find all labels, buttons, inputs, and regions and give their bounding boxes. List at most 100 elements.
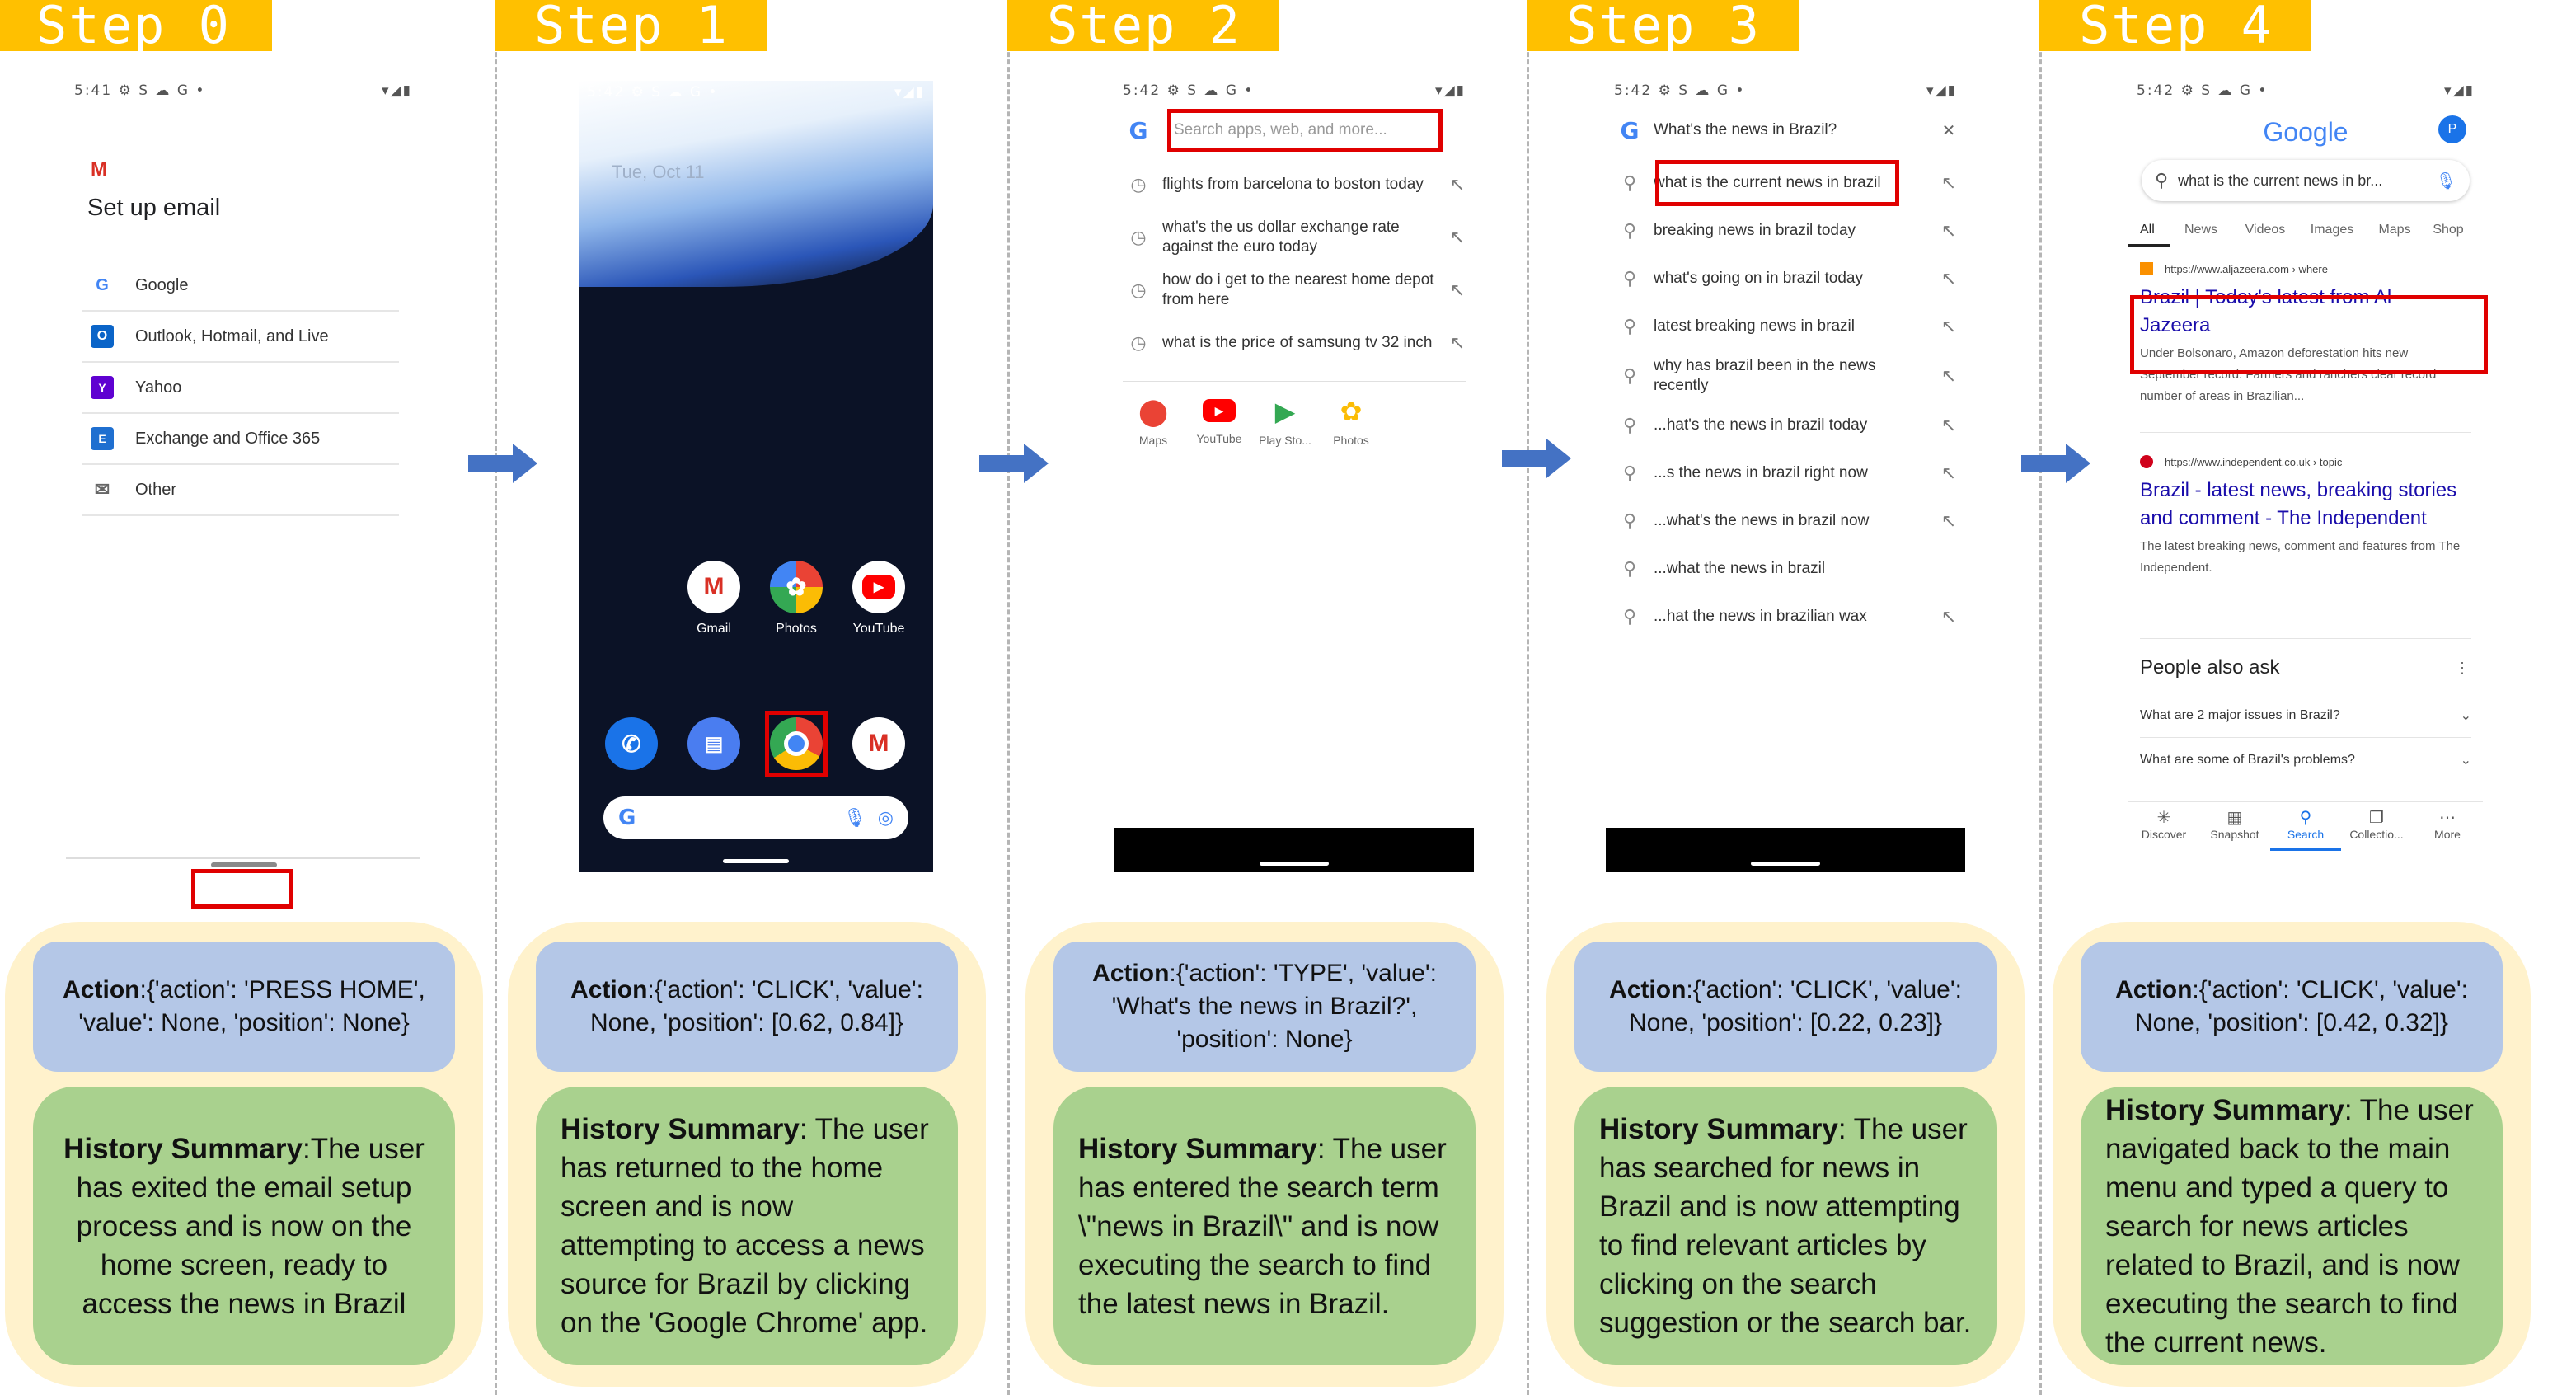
suggestion-item[interactable]: ⚲ why has brazil been in the news recent… xyxy=(1606,351,1965,401)
step-column-3: Step 3 5:42 ⚙ S ☁ G • ▾◢▮ G What's the n… xyxy=(1527,0,2025,1395)
summary-box: History Summary: The user has returned t… xyxy=(536,1087,958,1365)
mic-icon[interactable]: 🎙 xyxy=(2436,171,2456,191)
fill-arrow-icon[interactable]: ↖ xyxy=(1932,173,1965,193)
action-label: Action xyxy=(570,976,648,1003)
suggestion-item[interactable]: ⚲ latest breaking news in brazil ↖ xyxy=(1606,302,1965,351)
fill-arrow-icon[interactable]: ↖ xyxy=(1932,416,1965,435)
paa-question[interactable]: What are some of Brazil's problems? ⌄ xyxy=(2140,737,2471,782)
suggestion-item[interactable]: ⚲ ...hat's the news in brazil today ↖ xyxy=(1606,401,1965,450)
step-card: Action:{'action': 'PRESS HOME', 'value':… xyxy=(5,922,483,1387)
clear-icon[interactable]: ✕ xyxy=(1932,120,1965,141)
fill-arrow-icon[interactable]: ↖ xyxy=(1932,366,1965,386)
snapshot-icon: ▦ xyxy=(2226,809,2243,827)
app-shortcut-photos[interactable]: ✿ Photos xyxy=(1321,396,1382,447)
messages-app-icon[interactable]: ▤ xyxy=(687,717,740,770)
status-time: 5:42 xyxy=(2137,82,2175,99)
history-icon: ◷ xyxy=(1130,332,1147,353)
divider xyxy=(1123,381,1466,382)
phone-screen: 5:42 ⚙ S ☁ G • ▾◢▮ Tue, Oct 11 M Gmail ✿… xyxy=(579,81,933,872)
fill-arrow-icon[interactable]: ↖ xyxy=(1932,511,1965,531)
suggestion-item[interactable]: ⚲ what's going on in brazil today ↖ xyxy=(1606,254,1965,303)
email-option-outlook[interactable]: O Outlook, Hotmail, and Live xyxy=(82,312,399,363)
step-column-2: Step 2 5:42 ⚙ S ☁ G • ▾◢▮ G Search apps,… xyxy=(1007,0,1504,1395)
history-icon: ◷ xyxy=(1130,279,1147,300)
navigation-bar xyxy=(1114,828,1474,872)
lens-icon[interactable]: ◎ xyxy=(878,807,894,829)
fill-arrow-icon[interactable]: ↖ xyxy=(1932,607,1965,627)
search-input[interactable]: What's the news in Brazil? xyxy=(1654,121,1932,139)
suggestion-item[interactable]: ⚲ ...hat the news in brazilian wax ↖ xyxy=(1606,592,1965,641)
target-highlight-box xyxy=(765,711,828,777)
result-url: https://www.aljazeera.com › where xyxy=(2140,262,2471,275)
phone-app-icon[interactable]: ✆ xyxy=(605,717,658,770)
tab-all[interactable]: All xyxy=(2128,223,2170,247)
search-icon: ⚲ xyxy=(2155,170,2169,190)
mic-icon[interactable]: 🎙 xyxy=(843,807,866,829)
email-option-exchange[interactable]: E Exchange and Office 365 xyxy=(82,414,399,465)
nav-discover[interactable]: ✳ Discover xyxy=(2128,802,2199,851)
action-box: Action:{'action': 'TYPE', 'value': 'What… xyxy=(1053,942,1476,1072)
photos-app-icon[interactable]: ✿ xyxy=(770,561,823,613)
email-option-other[interactable]: ✉ Other xyxy=(82,465,399,516)
fill-arrow-icon[interactable]: ↖ xyxy=(1441,175,1474,195)
summary-box: History Summary:The user has exited the … xyxy=(33,1087,455,1365)
google-search-widget[interactable]: G 🎙 ◎ xyxy=(603,796,908,839)
fill-arrow-icon[interactable]: ↖ xyxy=(1441,228,1474,247)
suggestion-item[interactable]: ⚲ ...what the news in brazil xyxy=(1606,544,1965,594)
email-option-label: Exchange and Office 365 xyxy=(135,429,321,448)
suggestion-item[interactable]: ⚲ breaking news in brazil today ↖ xyxy=(1606,206,1965,256)
status-icons: ▾◢▮ xyxy=(1926,82,1957,99)
step-column-1: Step 1 5:42 ⚙ S ☁ G • ▾◢▮ Tue, Oct 11 M … xyxy=(495,0,989,1395)
home-gesture-bar[interactable] xyxy=(211,862,277,867)
status-bar: 5:42 ⚙ S ☁ G • ▾◢▮ xyxy=(1123,82,1466,99)
summary-value: : The user has searched for news in Braz… xyxy=(1599,1113,1972,1339)
suggestion-item[interactable]: ⚲ ...what's the news in brazil now ↖ xyxy=(1606,496,1965,546)
search-box[interactable]: ⚲ what is the current news in br... 🎙 xyxy=(2142,160,2470,201)
home-gesture-bar[interactable] xyxy=(1260,862,1329,866)
nav-more[interactable]: ⋯ More xyxy=(2412,802,2483,851)
app-shortcut-youtube[interactable]: ▶ YouTube xyxy=(1189,396,1250,445)
nav-collections[interactable]: ❐ Collectio... xyxy=(2341,802,2412,851)
nav-search[interactable]: ⚲ Search xyxy=(2270,802,2341,851)
app-shortcut-maps[interactable]: ⬤ Maps xyxy=(1123,396,1184,447)
nav-snapshot[interactable]: ▦ Snapshot xyxy=(2199,802,2270,851)
summary-box: History Summary: The user has searched f… xyxy=(1574,1087,1997,1365)
search-query: what is the current news in br... xyxy=(2178,171,2383,189)
fill-arrow-icon[interactable]: ↖ xyxy=(1932,317,1965,336)
result-title-link[interactable]: Brazil - latest news, breaking stories a… xyxy=(2140,477,2471,533)
suggestion-item[interactable]: ◷ what's the us dollar exchange rate aga… xyxy=(1114,213,1474,262)
fill-arrow-icon[interactable]: ↖ xyxy=(1932,463,1965,483)
tab-news[interactable]: News xyxy=(2170,223,2232,247)
suggestion-item[interactable]: ⚲ ...s the news in brazil right now ↖ xyxy=(1606,449,1965,498)
phone-screen: 5:42 ⚙ S ☁ G • ▾◢▮ G Search apps, web, a… xyxy=(1114,79,1474,872)
google-icon: G xyxy=(618,806,636,830)
fill-arrow-icon[interactable]: ↖ xyxy=(1932,221,1965,241)
avatar[interactable]: P xyxy=(2438,115,2466,143)
tab-shop[interactable]: Shop xyxy=(2424,223,2473,247)
email-option-yahoo[interactable]: Y Yahoo xyxy=(82,363,399,414)
paa-question[interactable]: What are 2 major issues in Brazil? ⌄ xyxy=(2140,693,2471,737)
tab-images[interactable]: Images xyxy=(2298,223,2366,247)
gmail-app-icon[interactable]: M xyxy=(687,561,740,613)
fill-arrow-icon[interactable]: ↖ xyxy=(1441,333,1474,353)
summary-value: : The user navigated back to the main me… xyxy=(2105,1093,2474,1359)
navigation-bar xyxy=(1606,828,1965,872)
suggestion-item[interactable]: ◷ flights from barcelona to boston today… xyxy=(1114,160,1474,209)
tab-maps[interactable]: Maps xyxy=(2366,223,2424,247)
app-label: Gmail xyxy=(697,622,731,636)
suggestion-item[interactable]: ◷ how do i get to the nearest home depot… xyxy=(1114,265,1474,315)
target-highlight-box xyxy=(1167,109,1443,152)
email-option-google[interactable]: G Google xyxy=(82,261,399,312)
fill-arrow-icon[interactable]: ↖ xyxy=(1932,269,1965,289)
action-box: Action:{'action': 'CLICK', 'value': None… xyxy=(2081,942,2503,1072)
tab-videos[interactable]: Videos xyxy=(2232,223,2298,247)
search-icon: ⚲ xyxy=(2299,809,2312,827)
suggestion-item[interactable]: ◷ what is the price of samsung tv 32 inc… xyxy=(1114,318,1474,368)
app-shortcut-play-store[interactable]: ▶ Play Sto... xyxy=(1255,396,1316,447)
step-label: Step 0 xyxy=(0,0,272,51)
home-gesture-bar[interactable] xyxy=(1751,862,1820,866)
gmail-app-icon[interactable]: M xyxy=(852,717,905,770)
more-options-icon[interactable]: ⋮ xyxy=(2455,660,2470,677)
fill-arrow-icon[interactable]: ↖ xyxy=(1441,280,1474,300)
youtube-app-icon[interactable]: ▶ xyxy=(852,561,905,613)
